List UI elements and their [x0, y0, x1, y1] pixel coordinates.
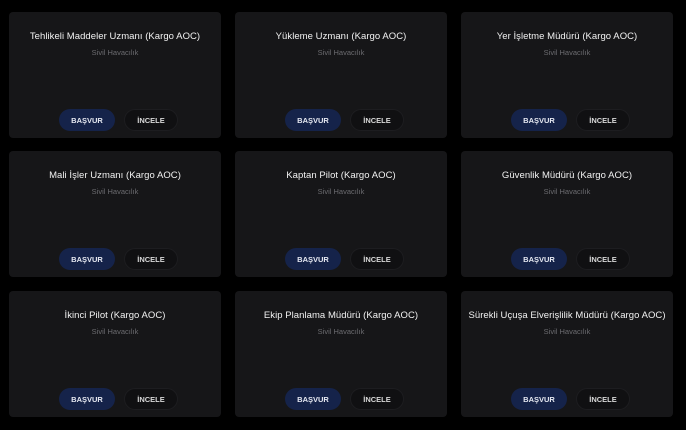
apply-button[interactable]: BAŞVUR — [59, 388, 115, 410]
job-category: Sivil Havacılık — [91, 187, 139, 196]
job-category: Sivil Havacılık — [91, 48, 139, 57]
job-actions: BAŞVUR İNCELE — [235, 388, 447, 410]
job-card: Mali İşler Uzmanı (Kargo AOC) Sivil Hava… — [9, 151, 221, 277]
job-card: İkinci Pilot (Kargo AOC) Sivil Havacılık… — [9, 291, 221, 417]
job-category: Sivil Havacılık — [317, 48, 365, 57]
review-button[interactable]: İNCELE — [576, 248, 630, 270]
job-actions: BAŞVUR İNCELE — [461, 388, 673, 410]
job-title: Mali İşler Uzmanı (Kargo AOC) — [49, 170, 181, 181]
job-actions: BAŞVUR İNCELE — [461, 109, 673, 131]
apply-button[interactable]: BAŞVUR — [59, 248, 115, 270]
job-title: Yer İşletme Müdürü (Kargo AOC) — [496, 31, 638, 42]
job-title: Ekip Planlama Müdürü (Kargo AOC) — [263, 310, 419, 321]
job-listings-grid: Tehlikeli Maddeler Uzmanı (Kargo AOC) Si… — [0, 0, 686, 430]
job-title: Tehlikeli Maddeler Uzmanı (Kargo AOC) — [29, 31, 201, 42]
review-button[interactable]: İNCELE — [576, 388, 630, 410]
job-actions: BAŞVUR İNCELE — [9, 109, 221, 131]
job-card: Tehlikeli Maddeler Uzmanı (Kargo AOC) Si… — [9, 12, 221, 138]
apply-button[interactable]: BAŞVUR — [511, 109, 567, 131]
job-card: Ekip Planlama Müdürü (Kargo AOC) Sivil H… — [235, 291, 447, 417]
job-category: Sivil Havacılık — [317, 187, 365, 196]
review-button[interactable]: İNCELE — [350, 109, 404, 131]
apply-button[interactable]: BAŞVUR — [511, 388, 567, 410]
review-button[interactable]: İNCELE — [124, 388, 178, 410]
job-actions: BAŞVUR İNCELE — [9, 248, 221, 270]
job-title: İkinci Pilot (Kargo AOC) — [64, 310, 166, 321]
job-actions: BAŞVUR İNCELE — [461, 248, 673, 270]
review-button[interactable]: İNCELE — [124, 109, 178, 131]
job-category: Sivil Havacılık — [543, 327, 591, 336]
job-card: Güvenlik Müdürü (Kargo AOC) Sivil Havacı… — [461, 151, 673, 277]
job-title: Yükleme Uzmanı (Kargo AOC) — [275, 31, 407, 42]
apply-button[interactable]: BAŞVUR — [511, 248, 567, 270]
job-actions: BAŞVUR İNCELE — [235, 109, 447, 131]
review-button[interactable]: İNCELE — [350, 248, 404, 270]
review-button[interactable]: İNCELE — [576, 109, 630, 131]
job-card: Kaptan Pilot (Kargo AOC) Sivil Havacılık… — [235, 151, 447, 277]
apply-button[interactable]: BAŞVUR — [285, 388, 341, 410]
review-button[interactable]: İNCELE — [124, 248, 178, 270]
job-category: Sivil Havacılık — [543, 48, 591, 57]
job-category: Sivil Havacılık — [317, 327, 365, 336]
job-title: Kaptan Pilot (Kargo AOC) — [286, 170, 396, 181]
job-card: Yükleme Uzmanı (Kargo AOC) Sivil Havacıl… — [235, 12, 447, 138]
job-category: Sivil Havacılık — [91, 327, 139, 336]
job-title: Sürekli Uçuşa Elverişlilik Müdürü (Kargo… — [468, 310, 666, 321]
apply-button[interactable]: BAŞVUR — [285, 248, 341, 270]
job-category: Sivil Havacılık — [543, 187, 591, 196]
job-actions: BAŞVUR İNCELE — [235, 248, 447, 270]
job-title: Güvenlik Müdürü (Kargo AOC) — [501, 170, 633, 181]
apply-button[interactable]: BAŞVUR — [285, 109, 341, 131]
review-button[interactable]: İNCELE — [350, 388, 404, 410]
job-card: Sürekli Uçuşa Elverişlilik Müdürü (Kargo… — [461, 291, 673, 417]
job-card: Yer İşletme Müdürü (Kargo AOC) Sivil Hav… — [461, 12, 673, 138]
apply-button[interactable]: BAŞVUR — [59, 109, 115, 131]
job-actions: BAŞVUR İNCELE — [9, 388, 221, 410]
